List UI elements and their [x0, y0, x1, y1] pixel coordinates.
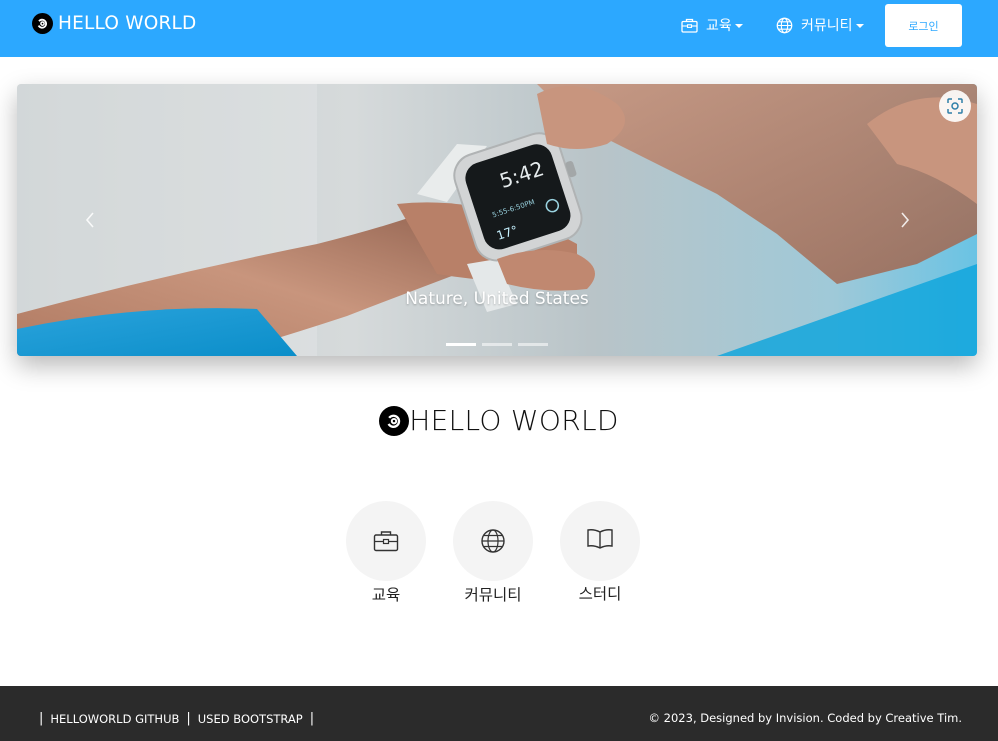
footer-link-github[interactable]: HELLOWORLD GITHUB [50, 712, 179, 726]
carousel-caption: Nature, United States [405, 289, 589, 309]
feature-icon-circle [560, 501, 640, 581]
carousel-next-button[interactable] [890, 202, 920, 238]
footer-separator: | [186, 711, 191, 726]
nav-dropdown-community[interactable]: 커뮤니티 [776, 14, 864, 36]
scan-icon [947, 98, 963, 114]
page-footer: | HELLOWORLD GITHUB | USED BOOTSTRAP | ©… [0, 686, 998, 741]
feature-label-study: 스터디 [578, 585, 622, 603]
caret-down-icon [855, 23, 864, 28]
feature-education[interactable]: 교육 [346, 501, 426, 604]
visual-search-button[interactable] [939, 90, 971, 122]
login-button[interactable]: 로그인 [885, 4, 962, 47]
hero-title: HELLO WORLD [409, 404, 619, 437]
hello-world-logo-icon [32, 12, 53, 34]
book-icon [587, 529, 613, 549]
feature-label-education: 교육 [371, 586, 401, 604]
carousel-slide-image: 5:42 5:55-6:50PM 17° [17, 84, 977, 356]
carousel-indicator-3[interactable] [518, 343, 548, 346]
footer-links: | HELLOWORLD GITHUB | USED BOOTSTRAP | [32, 711, 321, 726]
footer-separator: | [309, 711, 315, 726]
globe-icon [481, 529, 505, 553]
carousel-indicators [446, 343, 548, 346]
top-navbar: HELLO WORLD 교육 커뮤니티 로그인 [0, 0, 998, 57]
brand-link[interactable]: HELLO WORLD [32, 10, 196, 36]
footer-separator: | [39, 711, 44, 726]
feature-icon-circle [346, 501, 426, 581]
briefcase-icon [681, 18, 698, 33]
carousel-prev-button[interactable] [75, 202, 105, 238]
nav-dropdown-education[interactable]: 교육 [681, 14, 743, 36]
feature-study[interactable]: 스터디 [560, 501, 640, 603]
carousel-indicator-1[interactable] [446, 343, 476, 346]
briefcase-icon [373, 531, 399, 552]
hello-world-logo-icon [379, 405, 410, 436]
feature-label-community: 커뮤니티 [464, 586, 522, 604]
chevron-left-icon [85, 212, 94, 228]
chevron-right-icon [901, 212, 910, 228]
hero-heading: HELLO WORLD [0, 404, 998, 437]
footer-link-bootstrap[interactable]: USED BOOTSTRAP [198, 712, 303, 726]
feature-icon-circle [453, 501, 533, 581]
caret-down-icon [734, 23, 743, 28]
brand-title: HELLO WORLD [58, 12, 197, 34]
nav-label-community: 커뮤니티 [801, 18, 853, 34]
copyright-text: © 2023, Designed by Invision. Coded by C… [648, 711, 962, 725]
nav-label-education: 교육 [706, 18, 732, 34]
globe-icon [776, 17, 793, 33]
carousel-indicator-2[interactable] [482, 343, 512, 346]
image-carousel: 5:42 5:55-6:50PM 17° Nature, United Stat… [17, 84, 977, 356]
feature-community[interactable]: 커뮤니티 [453, 501, 533, 604]
